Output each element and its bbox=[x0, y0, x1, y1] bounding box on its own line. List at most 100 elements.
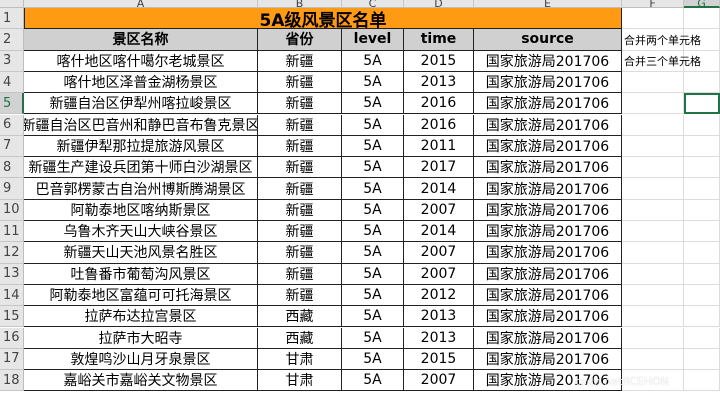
table-cell[interactable]: 5A bbox=[342, 221, 404, 243]
table-cell[interactable]: 5A bbox=[342, 199, 404, 221]
grid-cell[interactable] bbox=[684, 306, 720, 328]
grid-cell[interactable] bbox=[684, 242, 720, 264]
column-header-e[interactable]: E bbox=[474, 0, 622, 8]
row-header-18[interactable]: 18 bbox=[0, 370, 24, 392]
column-title-0[interactable]: 景区名称 bbox=[24, 29, 258, 51]
row-header-8[interactable]: 8 bbox=[0, 157, 24, 179]
table-cell[interactable]: 2017 bbox=[404, 157, 474, 179]
grid-cell[interactable] bbox=[684, 327, 720, 349]
grid-cell[interactable] bbox=[622, 199, 684, 221]
table-cell[interactable]: 2011 bbox=[404, 135, 474, 158]
column-header-g[interactable]: G bbox=[684, 0, 720, 8]
table-cell[interactable]: 乌鲁木齐天山大峡谷景区 bbox=[24, 221, 258, 243]
grid-cell[interactable] bbox=[684, 71, 720, 94]
row-header-4[interactable]: 4 bbox=[0, 71, 24, 94]
table-cell[interactable]: 2015 bbox=[404, 50, 474, 72]
table-cell[interactable]: 5A bbox=[342, 263, 404, 285]
grid-cell[interactable] bbox=[684, 157, 720, 179]
table-cell[interactable]: 阿勒泰地区富蕴可可托海景区 bbox=[24, 284, 258, 307]
table-cell[interactable]: 2012 bbox=[404, 284, 474, 307]
row-header-16[interactable]: 16 bbox=[0, 327, 24, 349]
table-cell[interactable]: 新疆 bbox=[258, 93, 342, 115]
table-cell[interactable]: 5A bbox=[342, 306, 404, 328]
grid-cell[interactable] bbox=[622, 221, 684, 243]
grid-cell[interactable] bbox=[684, 284, 720, 307]
grid-cell[interactable] bbox=[684, 8, 720, 30]
column-header-d[interactable]: D bbox=[404, 0, 474, 8]
table-cell[interactable]: 2014 bbox=[404, 221, 474, 243]
column-title-3[interactable]: time bbox=[404, 29, 474, 51]
table-cell[interactable]: 5A bbox=[342, 242, 404, 264]
grid-cell[interactable] bbox=[684, 370, 720, 392]
table-cell[interactable]: 2016 bbox=[404, 93, 474, 115]
spreadsheet-grid[interactable]: A B C D E F G 1 2 3 4 5 6 7 8 9 10 11 12 13 14 15 16 17 18 5A级风景区… bbox=[0, 0, 720, 402]
table-cell[interactable]: 国家旅游局201706 bbox=[474, 199, 622, 221]
table-cell[interactable]: 5A bbox=[342, 93, 404, 115]
grid-cell[interactable] bbox=[622, 284, 684, 307]
grid-cell[interactable] bbox=[684, 348, 720, 371]
grid-cell[interactable] bbox=[622, 327, 684, 349]
table-cell[interactable]: 国家旅游局201706 bbox=[474, 50, 622, 72]
row-header-9[interactable]: 9 bbox=[0, 178, 24, 200]
table-cell[interactable]: 嘉峪关市嘉峪关文物景区 bbox=[24, 370, 258, 392]
table-cell[interactable]: 敦煌鸣沙山月牙泉景区 bbox=[24, 348, 258, 371]
table-cell[interactable]: 5A bbox=[342, 71, 404, 94]
table-cell[interactable]: 新疆 bbox=[258, 71, 342, 94]
table-cell[interactable]: 2014 bbox=[404, 178, 474, 200]
row-header-7[interactable]: 7 bbox=[0, 135, 24, 158]
table-cell[interactable]: 拉萨市大昭寺 bbox=[24, 327, 258, 349]
table-cell[interactable]: 新疆 bbox=[258, 157, 342, 179]
row-header-12[interactable]: 12 bbox=[0, 242, 24, 264]
table-cell[interactable]: 新疆自治区伊犁州喀拉峻景区 bbox=[24, 93, 258, 115]
table-cell[interactable]: 2015 bbox=[404, 348, 474, 371]
table-cell[interactable]: 喀什地区泽普金湖杨景区 bbox=[24, 71, 258, 94]
column-header-b[interactable]: B bbox=[258, 0, 342, 8]
table-cell[interactable]: 5A bbox=[342, 114, 404, 136]
table-cell[interactable]: 新疆 bbox=[258, 199, 342, 221]
table-cell[interactable]: 国家旅游局201706 bbox=[474, 93, 622, 115]
table-cell[interactable]: 国家旅游局201706 bbox=[474, 348, 622, 371]
grid-cell[interactable] bbox=[622, 178, 684, 200]
table-cell[interactable]: 新疆生产建设兵团第十师白沙湖景区 bbox=[24, 157, 258, 179]
table-cell[interactable]: 国家旅游局201706 bbox=[474, 71, 622, 94]
table-cell[interactable]: 5A bbox=[342, 348, 404, 371]
table-cell[interactable]: 新疆 bbox=[258, 50, 342, 72]
table-cell[interactable]: 国家旅游局201706 bbox=[474, 114, 622, 136]
row-header-14[interactable]: 14 bbox=[0, 284, 24, 307]
row-header-6[interactable]: 6 bbox=[0, 114, 24, 136]
grid-cell[interactable] bbox=[622, 242, 684, 264]
select-all-corner[interactable] bbox=[0, 0, 24, 8]
grid-cell[interactable] bbox=[622, 263, 684, 285]
table-cell[interactable]: 国家旅游局201706 bbox=[474, 221, 622, 243]
table-cell[interactable]: 吐鲁番市葡萄沟风景区 bbox=[24, 263, 258, 285]
table-cell[interactable]: 新疆自治区巴音州和静巴音布鲁克景区 bbox=[24, 114, 258, 136]
table-cell[interactable]: 新疆天山天池风景名胜区 bbox=[24, 242, 258, 264]
grid-cell[interactable] bbox=[622, 306, 684, 328]
table-cell[interactable]: 国家旅游局201706 bbox=[474, 306, 622, 328]
table-cell[interactable]: 巴音郭楞蒙古自治州博斯腾湖景区 bbox=[24, 178, 258, 200]
table-cell[interactable]: 新疆 bbox=[258, 135, 342, 158]
grid-cell[interactable] bbox=[622, 71, 684, 94]
grid-cell[interactable] bbox=[622, 157, 684, 179]
table-cell[interactable]: 2007 bbox=[404, 263, 474, 285]
table-cell[interactable]: 新疆 bbox=[258, 242, 342, 264]
table-cell[interactable]: 5A bbox=[342, 327, 404, 349]
table-cell[interactable]: 2007 bbox=[404, 242, 474, 264]
table-cell[interactable]: 国家旅游局201706 bbox=[474, 284, 622, 307]
table-cell[interactable]: 2013 bbox=[404, 71, 474, 94]
table-cell[interactable]: 阿勒泰地区喀纳斯景区 bbox=[24, 199, 258, 221]
table-cell[interactable]: 甘肃 bbox=[258, 348, 342, 371]
grid-cell[interactable] bbox=[622, 114, 684, 136]
table-cell[interactable]: 2007 bbox=[404, 199, 474, 221]
row-header-2[interactable]: 2 bbox=[0, 29, 24, 51]
note-merge-two[interactable]: 合并两个单元格 bbox=[622, 29, 720, 50]
table-cell[interactable]: 国家旅游局201706 bbox=[474, 263, 622, 285]
grid-cell[interactable] bbox=[622, 348, 684, 371]
table-cell[interactable]: 5A bbox=[342, 157, 404, 179]
table-cell[interactable]: 新疆 bbox=[258, 284, 342, 307]
table-cell[interactable]: 5A bbox=[342, 370, 404, 392]
row-header-5[interactable]: 5 bbox=[0, 93, 24, 115]
note-merge-three[interactable]: 合并三个单元格 bbox=[622, 51, 720, 72]
grid-cell[interactable] bbox=[622, 8, 684, 30]
table-cell[interactable]: 国家旅游局201706 bbox=[474, 135, 622, 158]
